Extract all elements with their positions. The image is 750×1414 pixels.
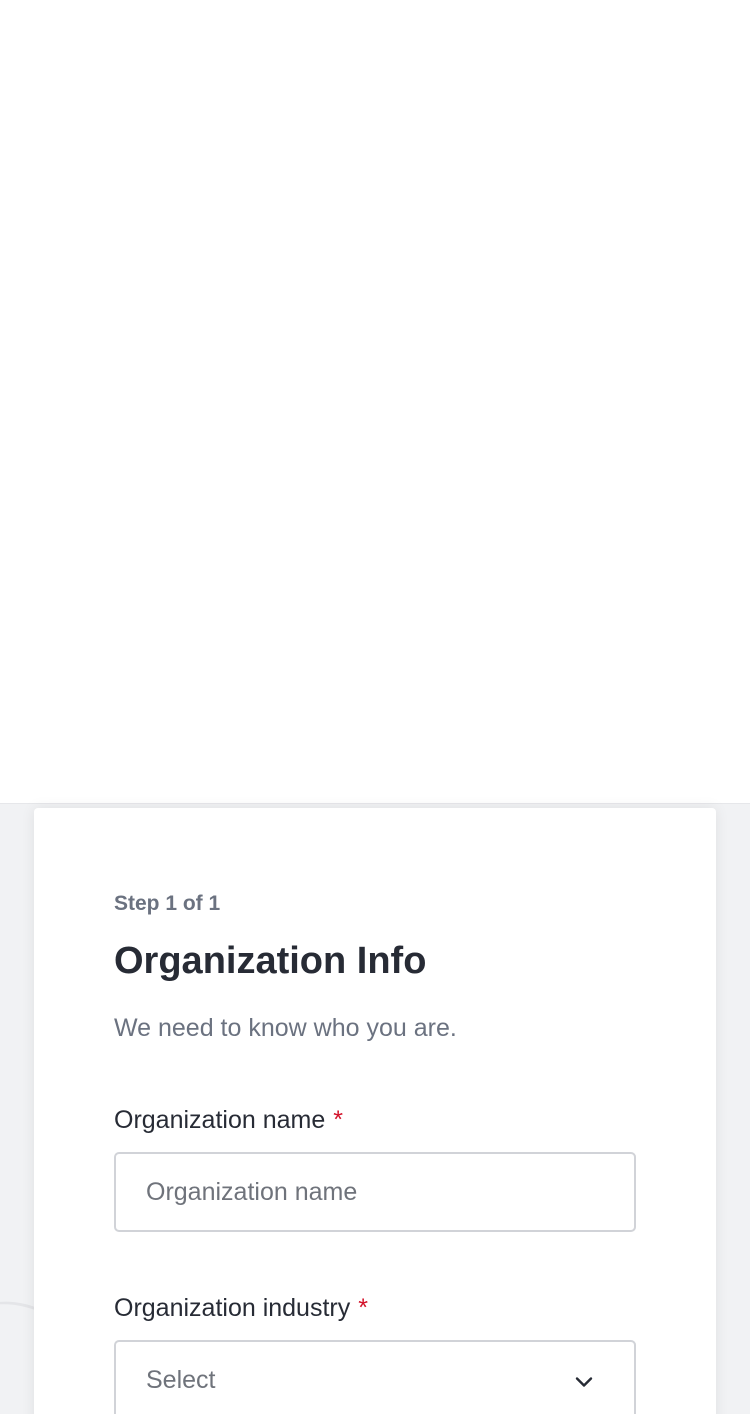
chevron-down-icon <box>575 1377 593 1387</box>
organization-industry-label: Organization industry * <box>114 1294 368 1323</box>
form-subtitle: We need to know who you are. <box>114 1014 457 1042</box>
form-title: Organization Info <box>114 940 427 982</box>
organization-name-label-text: Organization name <box>114 1106 326 1134</box>
required-marker: * <box>333 1106 343 1134</box>
required-marker: * <box>358 1294 368 1322</box>
industry-select-value: Select <box>146 1366 216 1394</box>
organization-info-card: Step 1 of 1 Organization Info We need to… <box>34 808 716 1414</box>
top-blank-area <box>0 0 750 803</box>
organization-name-label: Organization name * <box>114 1106 343 1135</box>
organization-industry-select[interactable]: Select <box>114 1340 636 1414</box>
step-indicator: Step 1 of 1 <box>114 892 221 915</box>
organization-industry-label-text: Organization industry <box>114 1294 351 1322</box>
organization-name-input[interactable] <box>114 1152 636 1232</box>
